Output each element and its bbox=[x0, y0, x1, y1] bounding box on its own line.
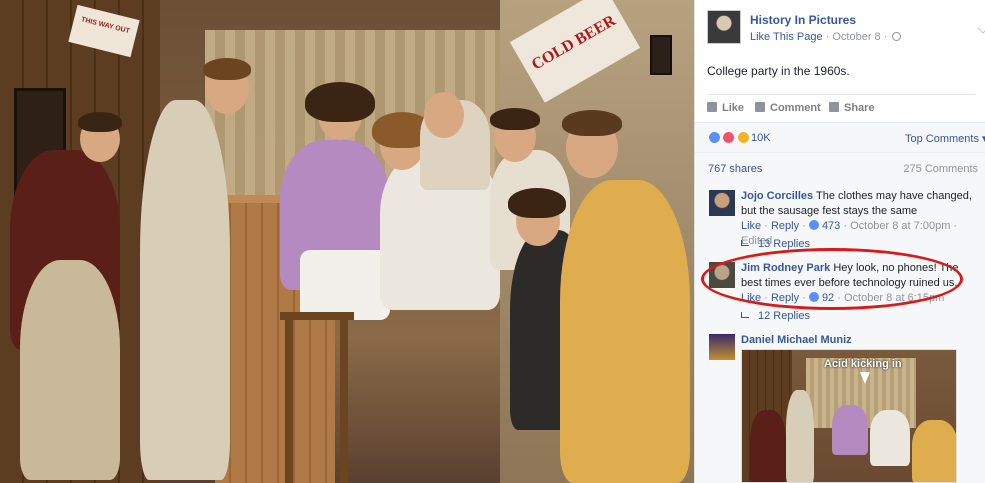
love-reaction-icon bbox=[722, 131, 736, 144]
comment-label: Comment bbox=[770, 102, 821, 114]
person bbox=[870, 410, 910, 466]
person bbox=[832, 405, 868, 455]
person-legs bbox=[20, 260, 120, 480]
wall-frame bbox=[650, 35, 672, 75]
person-hair bbox=[562, 110, 622, 136]
person-head bbox=[424, 92, 464, 138]
page-name[interactable]: History In Pictures bbox=[750, 13, 856, 27]
person bbox=[912, 420, 956, 482]
share-label: Share bbox=[844, 102, 875, 114]
bar-stool-seat bbox=[280, 312, 354, 320]
comment: Jojo Corcilles The clothes may have chan… bbox=[707, 186, 977, 247]
facebook-post-panel: History In Pictures Like This Page · Oct… bbox=[694, 0, 985, 483]
person-hair bbox=[490, 108, 540, 130]
post-caption: College party in the 1960s. bbox=[707, 64, 850, 78]
replies-label: 12 Replies bbox=[758, 310, 810, 322]
reaction-icons[interactable] bbox=[708, 131, 750, 145]
like-page-link[interactable]: Like This Page bbox=[750, 31, 823, 43]
like-reaction-icon bbox=[708, 131, 721, 144]
comment-like-link[interactable]: Like bbox=[741, 220, 761, 232]
like-label: Like bbox=[722, 102, 745, 114]
commenter-avatar[interactable] bbox=[709, 334, 735, 360]
person-skirt bbox=[300, 250, 390, 320]
person bbox=[786, 390, 814, 482]
post-photo[interactable]: THIS WAY OUT COLD BEER bbox=[0, 0, 694, 483]
comment: Daniel Michael Muniz bbox=[707, 330, 977, 360]
view-replies-link[interactable]: 12 Replies bbox=[741, 310, 810, 322]
share-icon bbox=[829, 102, 839, 112]
comment-body: Daniel Michael Muniz bbox=[741, 333, 981, 348]
post-actions: Like Comment Share bbox=[707, 94, 975, 120]
like-badge-icon bbox=[808, 220, 819, 230]
thumbs-up-icon bbox=[707, 102, 717, 112]
post-header: History In Pictures Like This Page · Oct… bbox=[707, 10, 985, 50]
comment-reply-link[interactable]: Reply bbox=[771, 220, 799, 232]
haha-reaction-icon bbox=[736, 131, 750, 144]
comment-image[interactable]: Acid kicking in bbox=[741, 349, 957, 483]
bar-stool bbox=[340, 315, 348, 483]
comment-button[interactable]: Comment bbox=[755, 102, 821, 114]
person-hair bbox=[78, 112, 122, 132]
commenter-name[interactable]: Jojo Corcilles bbox=[741, 190, 813, 202]
globe-icon bbox=[892, 32, 902, 41]
image-caption: Acid kicking in bbox=[824, 358, 902, 370]
person-hair bbox=[203, 58, 251, 80]
reactions-count[interactable]: 10K bbox=[751, 132, 771, 144]
commenter-name[interactable]: Daniel Michael Muniz bbox=[741, 334, 852, 346]
reply-arrow-icon bbox=[741, 240, 749, 246]
person bbox=[750, 410, 786, 482]
shares-row: 767 shares 275 Comments bbox=[695, 152, 985, 182]
bar-stool bbox=[285, 315, 293, 483]
arrow-down-icon bbox=[860, 372, 870, 384]
reply-arrow-icon bbox=[741, 312, 749, 318]
post-subheader: Like This Page · October 8 · bbox=[750, 31, 902, 43]
top-comments-label: Top Comments bbox=[905, 133, 979, 145]
red-highlight-circle bbox=[701, 248, 963, 310]
separator: · bbox=[883, 31, 891, 43]
like-button[interactable]: Like bbox=[707, 102, 744, 114]
person-hair bbox=[305, 82, 375, 122]
person-hair bbox=[508, 188, 566, 218]
page-avatar[interactable] bbox=[707, 10, 741, 44]
comment-time[interactable]: October 8 at 7:00pm bbox=[850, 220, 950, 232]
chevron-down-icon[interactable] bbox=[977, 22, 985, 34]
shares-count[interactable]: 767 shares bbox=[708, 163, 762, 175]
person bbox=[560, 180, 690, 483]
comment-icon bbox=[755, 102, 765, 112]
comments-count: 275 Comments bbox=[903, 163, 978, 175]
comment-like-count[interactable]: 473 bbox=[822, 220, 840, 232]
top-comments-dropdown[interactable]: Top Comments ▾ bbox=[905, 132, 985, 145]
commenter-avatar[interactable] bbox=[709, 190, 735, 216]
reactions-row: 10K Top Comments ▾ bbox=[695, 122, 985, 152]
person bbox=[140, 100, 230, 480]
post-date[interactable]: October 8 bbox=[832, 31, 880, 43]
share-button[interactable]: Share bbox=[829, 102, 875, 114]
